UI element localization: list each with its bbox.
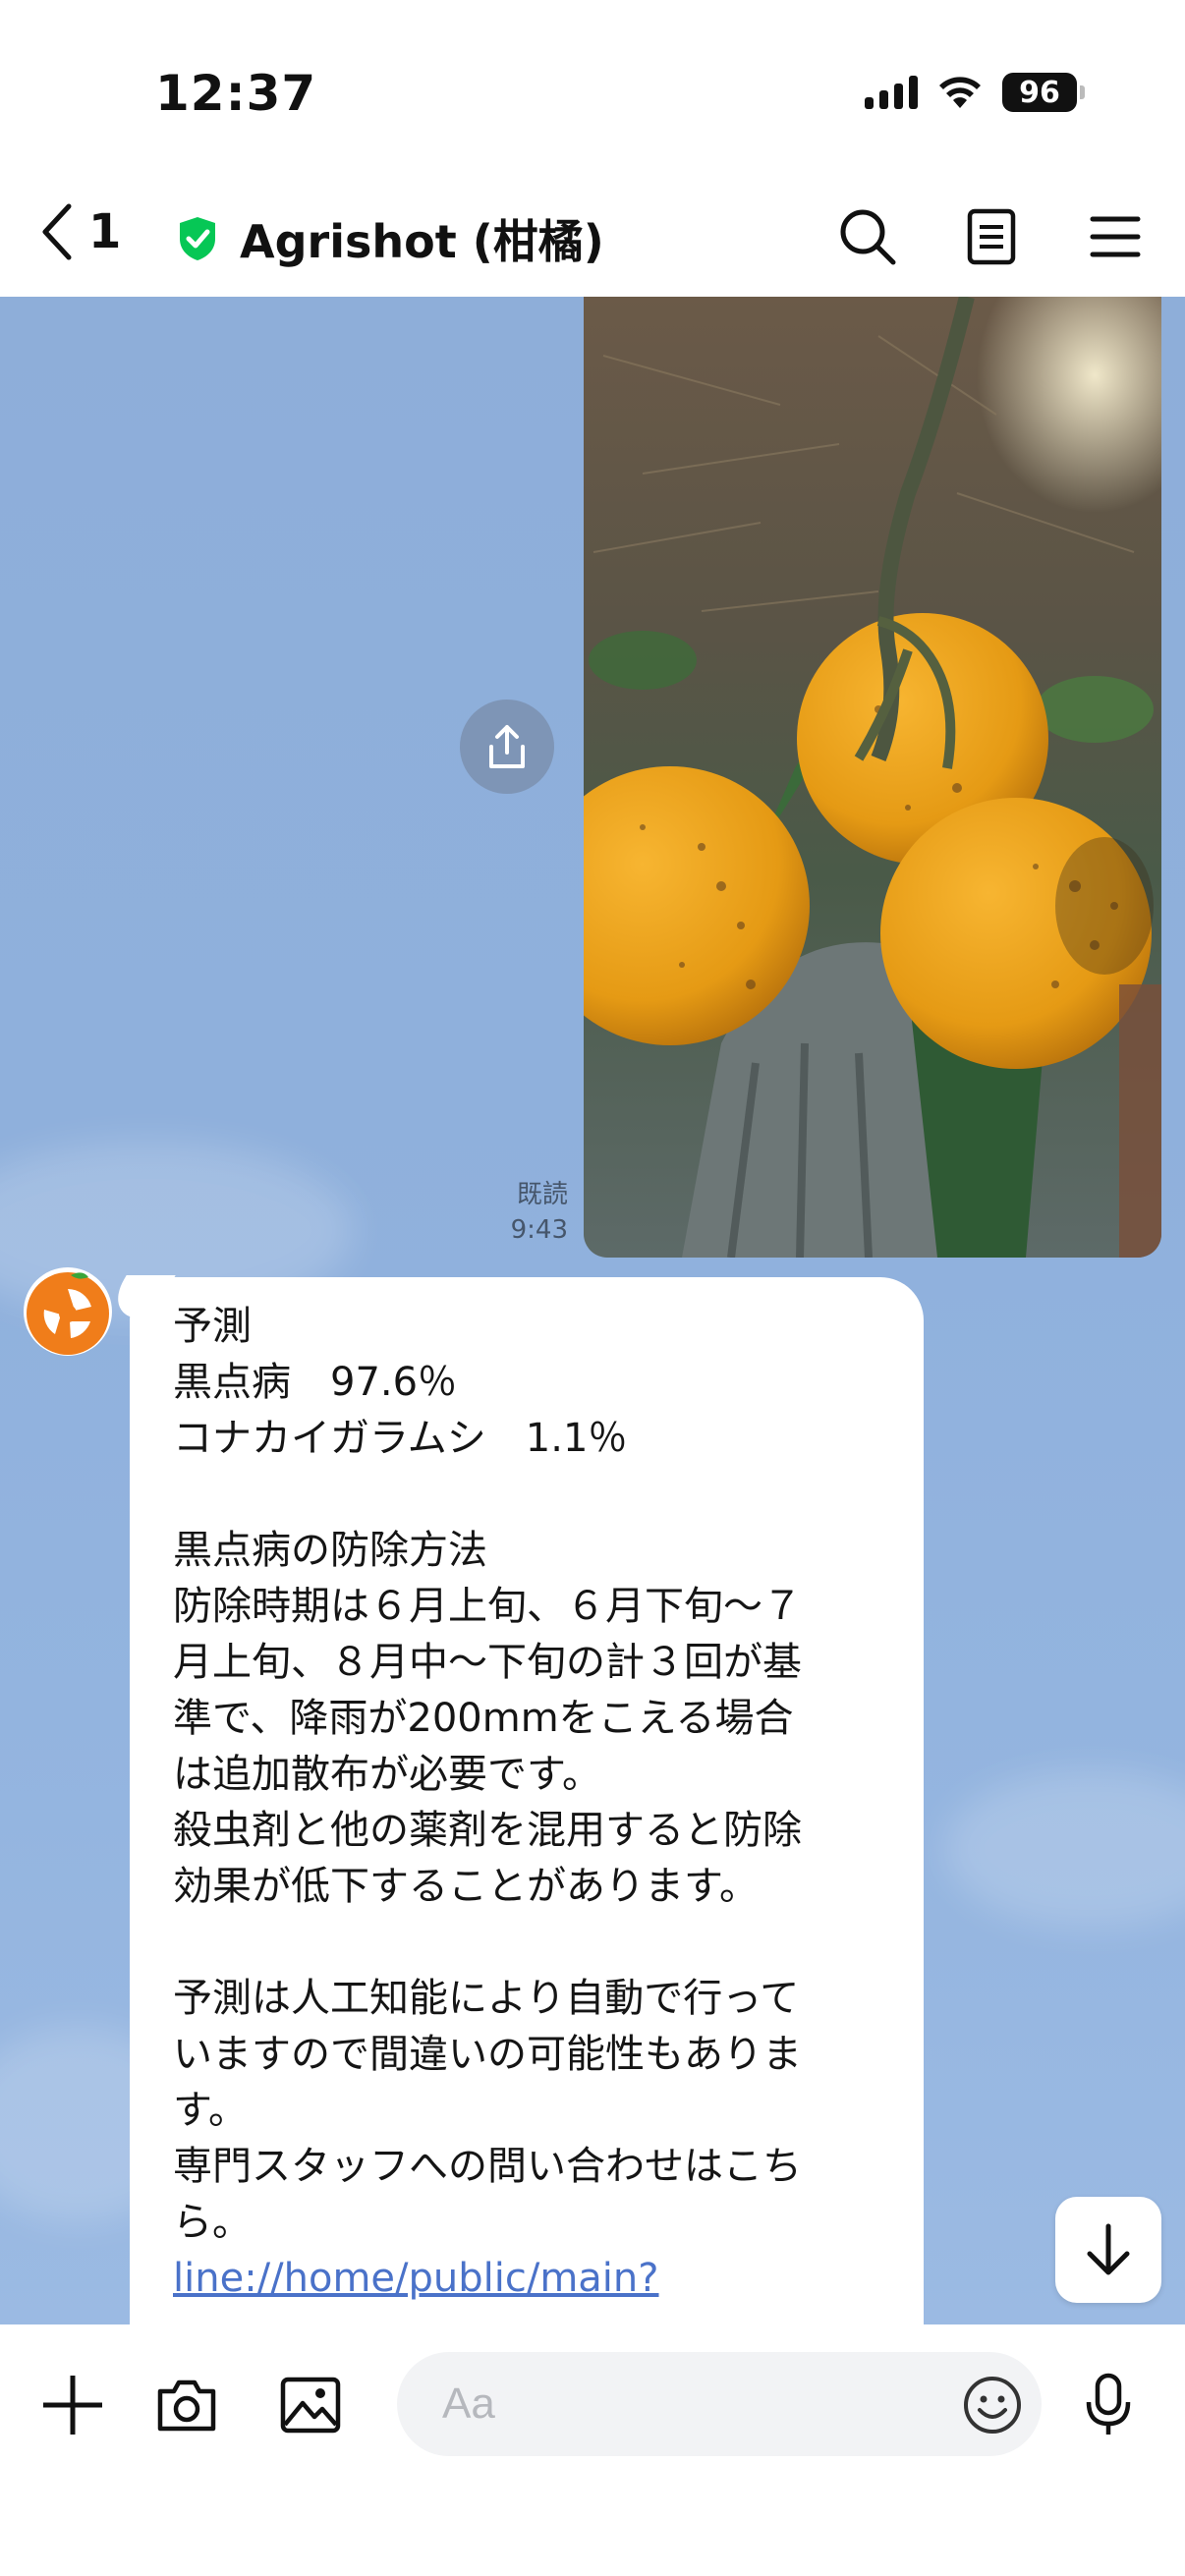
wifi-icon [939, 77, 981, 108]
status-time: 12:37 [155, 65, 317, 122]
microphone-icon [1086, 2373, 1131, 2435]
battery-level: 96 [1019, 75, 1060, 110]
signal-icon [865, 76, 918, 109]
read-label: 既読 [516, 1180, 568, 1209]
share-icon [489, 725, 525, 768]
voice-button[interactable] [1071, 2368, 1146, 2442]
message-text: 予測黒点病 97.6％ コナカイガラムシ 1.1％ 黒点病の防除方法防除時期は６月上… [173, 1299, 880, 2251]
arrow-down-icon [1087, 2223, 1130, 2275]
message-line: 効果が低下することがあります。 [173, 1864, 759, 1909]
bot-message-bubble[interactable]: 予測黒点病 97.6％ コナカイガラムシ 1.1％ 黒点病の防除方法防除時期は６月上… [130, 1277, 924, 2324]
verified-shield-icon [180, 217, 215, 260]
message-line: 予測 [173, 1304, 252, 1349]
citrus-photo-image [584, 297, 1161, 1258]
contact-link[interactable]: line://home/public/main? [173, 2251, 880, 2307]
message-line: は追加散布が必要です。 [173, 1752, 601, 1797]
image-icon [280, 2377, 341, 2434]
chat-area[interactable]: 既読 9:43 予測黒点病 97.6％ コナカイガラムシ 1.1％ 黒点病の防除方法… [0, 297, 1185, 2324]
photo-library-button[interactable] [273, 2368, 348, 2442]
chevron-left-icon [42, 203, 72, 260]
scroll-to-bottom-button[interactable] [1055, 2197, 1161, 2303]
camera-icon [157, 2380, 216, 2432]
message-line: 専門スタッフへの問い合わせはこち [173, 2144, 802, 2189]
notes-button[interactable] [951, 196, 1032, 277]
plus-icon [43, 2376, 102, 2435]
back-button[interactable]: 1 [39, 202, 121, 261]
unread-count: 1 [88, 204, 122, 259]
message-input-bar [0, 2324, 1185, 2576]
chat-title: Agrishot (柑橘) [240, 215, 604, 268]
message-line: いますので間違いの可能性もありま [173, 2032, 802, 2077]
menu-button[interactable] [1075, 196, 1156, 277]
battery-icon: 96 [1002, 73, 1085, 112]
message-line: 月上旬、８月中～下旬の計３回が基 [173, 1640, 802, 1685]
status-icons: 96 [865, 73, 1085, 112]
share-button[interactable] [460, 700, 554, 794]
bot-avatar[interactable] [24, 1267, 112, 1356]
add-button[interactable] [35, 2368, 110, 2442]
camera-button[interactable] [149, 2368, 224, 2442]
header-actions [827, 196, 1156, 277]
message-line: コナカイガラムシ 1.1％ [173, 1416, 628, 1461]
emoji-button[interactable] [955, 2368, 1030, 2442]
chat-header: 1 Agrishot (柑橘) [0, 177, 1185, 297]
status-bar: 12:37 96 [0, 0, 1185, 177]
message-line: 予測は人工知能により自動で行って [173, 1976, 800, 2021]
message-line: 防除時期は６月上旬、６月下旬～７ [173, 1584, 802, 1629]
cloud-decoration [943, 1770, 1185, 1928]
chat-title-area[interactable]: Agrishot (柑橘) [177, 206, 604, 271]
message-input[interactable] [397, 2352, 1042, 2456]
message-line: 黒点病 97.6％ [173, 1360, 458, 1405]
menu-icon [1090, 216, 1141, 257]
emoji-icon [964, 2377, 1021, 2434]
message-line: 黒点病の防除方法 [173, 1528, 487, 1573]
message-line: す。 [173, 2088, 248, 2133]
orange-logo-icon [27, 1272, 109, 1355]
search-button[interactable] [827, 196, 908, 277]
message-line: 準で、降雨が200mmをこえる場合 [173, 1696, 794, 1741]
message-time: 9:43 [510, 1215, 568, 1245]
search-icon [840, 209, 896, 265]
notes-icon [967, 208, 1016, 265]
message-line: 殺虫剤と他の薬剤を混用すると防除 [173, 1808, 802, 1853]
sent-photo[interactable] [584, 297, 1161, 1258]
message-line: ら。 [173, 2200, 252, 2245]
read-receipt: 既読 9:43 [491, 1177, 568, 1248]
